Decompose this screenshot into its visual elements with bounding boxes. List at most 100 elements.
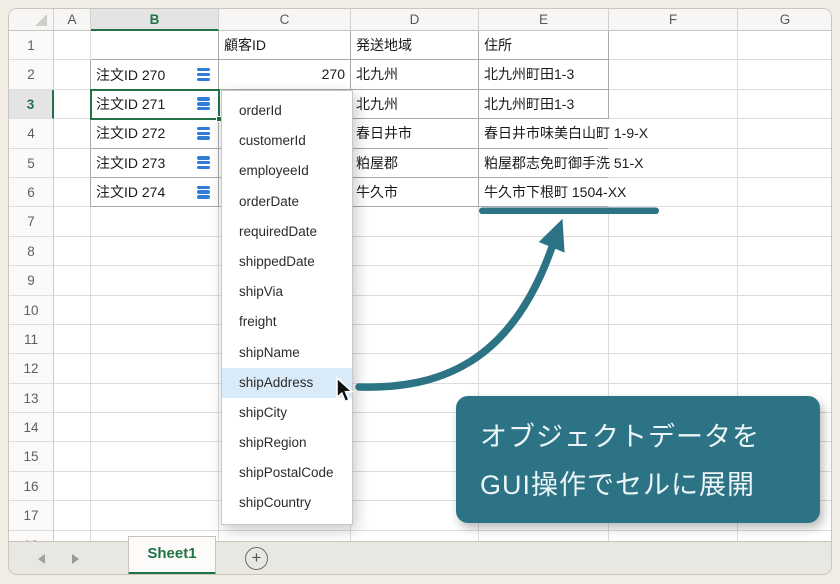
cell-G1[interactable] (738, 31, 832, 60)
database-icon[interactable] (197, 97, 210, 110)
cell-F1[interactable] (609, 31, 738, 60)
dropdown-item-freight[interactable]: freight (222, 307, 352, 337)
cell-A6[interactable] (54, 178, 91, 207)
row-header-17[interactable]: 17 (9, 501, 54, 530)
cell-G11[interactable] (738, 325, 832, 354)
cell-A14[interactable] (54, 413, 91, 442)
column-header-G[interactable]: G (738, 9, 832, 31)
cell-G8[interactable] (738, 237, 832, 266)
cell-B9[interactable] (91, 266, 219, 295)
cell-A15[interactable] (54, 442, 91, 471)
dropdown-item-orderDate[interactable]: orderDate (222, 187, 352, 217)
row-header-10[interactable]: 10 (9, 296, 54, 325)
dropdown-item-shipCountry[interactable]: shipCountry (222, 488, 352, 518)
cell-B5[interactable]: 注文ID 273 (91, 149, 219, 178)
cell-D11[interactable] (351, 325, 479, 354)
cell-E3[interactable]: 北九州町田1-3 (479, 90, 609, 119)
row-header-6[interactable]: 6 (9, 178, 54, 207)
cell-E9[interactable] (479, 266, 609, 295)
row-header-4[interactable]: 4 (9, 119, 54, 148)
select-all-button[interactable] (9, 9, 54, 31)
cell-B10[interactable] (91, 296, 219, 325)
cell-B8[interactable] (91, 237, 219, 266)
cell-B14[interactable] (91, 413, 219, 442)
cell-F7[interactable] (609, 207, 738, 236)
column-header-C[interactable]: C (219, 9, 351, 31)
cell-D12[interactable] (351, 354, 479, 383)
cell-A2[interactable] (54, 60, 91, 89)
cell-B2[interactable]: 注文ID 270 (91, 60, 219, 89)
cell-A3[interactable] (54, 90, 91, 119)
dropdown-item-shipCity[interactable]: shipCity (222, 398, 352, 428)
cell-F2[interactable] (609, 60, 738, 89)
cell-E5[interactable]: 粕屋郡志免町御手洗 51-X (479, 149, 609, 178)
cell-A7[interactable] (54, 207, 91, 236)
cell-G4[interactable] (738, 119, 832, 148)
row-header-13[interactable]: 13 (9, 384, 54, 413)
cell-D2[interactable]: 北九州 (351, 60, 479, 89)
dropdown-item-orderId[interactable]: orderId (222, 96, 352, 126)
row-header-12[interactable]: 12 (9, 354, 54, 383)
cell-F11[interactable] (609, 325, 738, 354)
cell-D6[interactable]: 牛久市 (351, 178, 479, 207)
cell-F12[interactable] (609, 354, 738, 383)
column-header-E[interactable]: E (479, 9, 609, 31)
cell-F6[interactable] (609, 178, 738, 207)
dropdown-item-shipAddress[interactable]: shipAddress (222, 368, 352, 398)
dropdown-item-shipRegion[interactable]: shipRegion (222, 428, 352, 458)
cell-B11[interactable] (91, 325, 219, 354)
cell-C2[interactable]: 270 (219, 60, 351, 89)
cell-D4[interactable]: 春日井市 (351, 119, 479, 148)
cell-B7[interactable] (91, 207, 219, 236)
cell-G9[interactable] (738, 266, 832, 295)
cell-G10[interactable] (738, 296, 832, 325)
cell-G2[interactable] (738, 60, 832, 89)
cell-E4[interactable]: 春日井市味美白山町 1-9-X (479, 119, 609, 148)
cell-B3[interactable]: 注文ID 271 (91, 90, 219, 119)
column-header-D[interactable]: D (351, 9, 479, 31)
cell-G6[interactable] (738, 178, 832, 207)
cell-A9[interactable] (54, 266, 91, 295)
row-header-3[interactable]: 3 (9, 90, 54, 119)
cell-A8[interactable] (54, 237, 91, 266)
cell-A11[interactable] (54, 325, 91, 354)
cell-A10[interactable] (54, 296, 91, 325)
cell-G5[interactable] (738, 149, 832, 178)
database-icon[interactable] (197, 127, 210, 140)
dropdown-item-customerId[interactable]: customerId (222, 126, 352, 156)
add-sheet-button plus-circle-icon[interactable]: + (245, 547, 268, 570)
database-icon[interactable] (197, 186, 210, 199)
cell-F9[interactable] (609, 266, 738, 295)
cell-F10[interactable] (609, 296, 738, 325)
cell-G3[interactable] (738, 90, 832, 119)
column-header-F[interactable]: F (609, 9, 738, 31)
database-icon[interactable] (197, 156, 210, 169)
cell-G7[interactable] (738, 207, 832, 236)
cell-A12[interactable] (54, 354, 91, 383)
dropdown-item-shipName[interactable]: shipName (222, 338, 352, 368)
cell-D9[interactable] (351, 266, 479, 295)
cell-D3[interactable]: 北九州 (351, 90, 479, 119)
cell-E12[interactable] (479, 354, 609, 383)
cell-D1[interactable]: 発送地域 (351, 31, 479, 60)
row-header-15[interactable]: 15 (9, 442, 54, 471)
row-header-16[interactable]: 16 (9, 472, 54, 501)
cell-B17[interactable] (91, 501, 219, 530)
cell-A17[interactable] (54, 501, 91, 530)
dropdown-item-shipVia[interactable]: shipVia (222, 277, 352, 307)
row-header-1[interactable]: 1 (9, 31, 54, 60)
cell-B6[interactable]: 注文ID 274 (91, 178, 219, 207)
cell-E8[interactable] (479, 237, 609, 266)
column-header-A[interactable]: A (54, 9, 91, 31)
cell-B15[interactable] (91, 442, 219, 471)
prev-sheet-icon[interactable] (36, 552, 48, 566)
cell-E2[interactable]: 北九州町田1-3 (479, 60, 609, 89)
cell-B1[interactable] (91, 31, 219, 60)
cell-A5[interactable] (54, 149, 91, 178)
cell-B4[interactable]: 注文ID 272 (91, 119, 219, 148)
cell-E10[interactable] (479, 296, 609, 325)
cell-F8[interactable] (609, 237, 738, 266)
cell-E1[interactable]: 住所 (479, 31, 609, 60)
cell-D10[interactable] (351, 296, 479, 325)
cell-F3[interactable] (609, 90, 738, 119)
